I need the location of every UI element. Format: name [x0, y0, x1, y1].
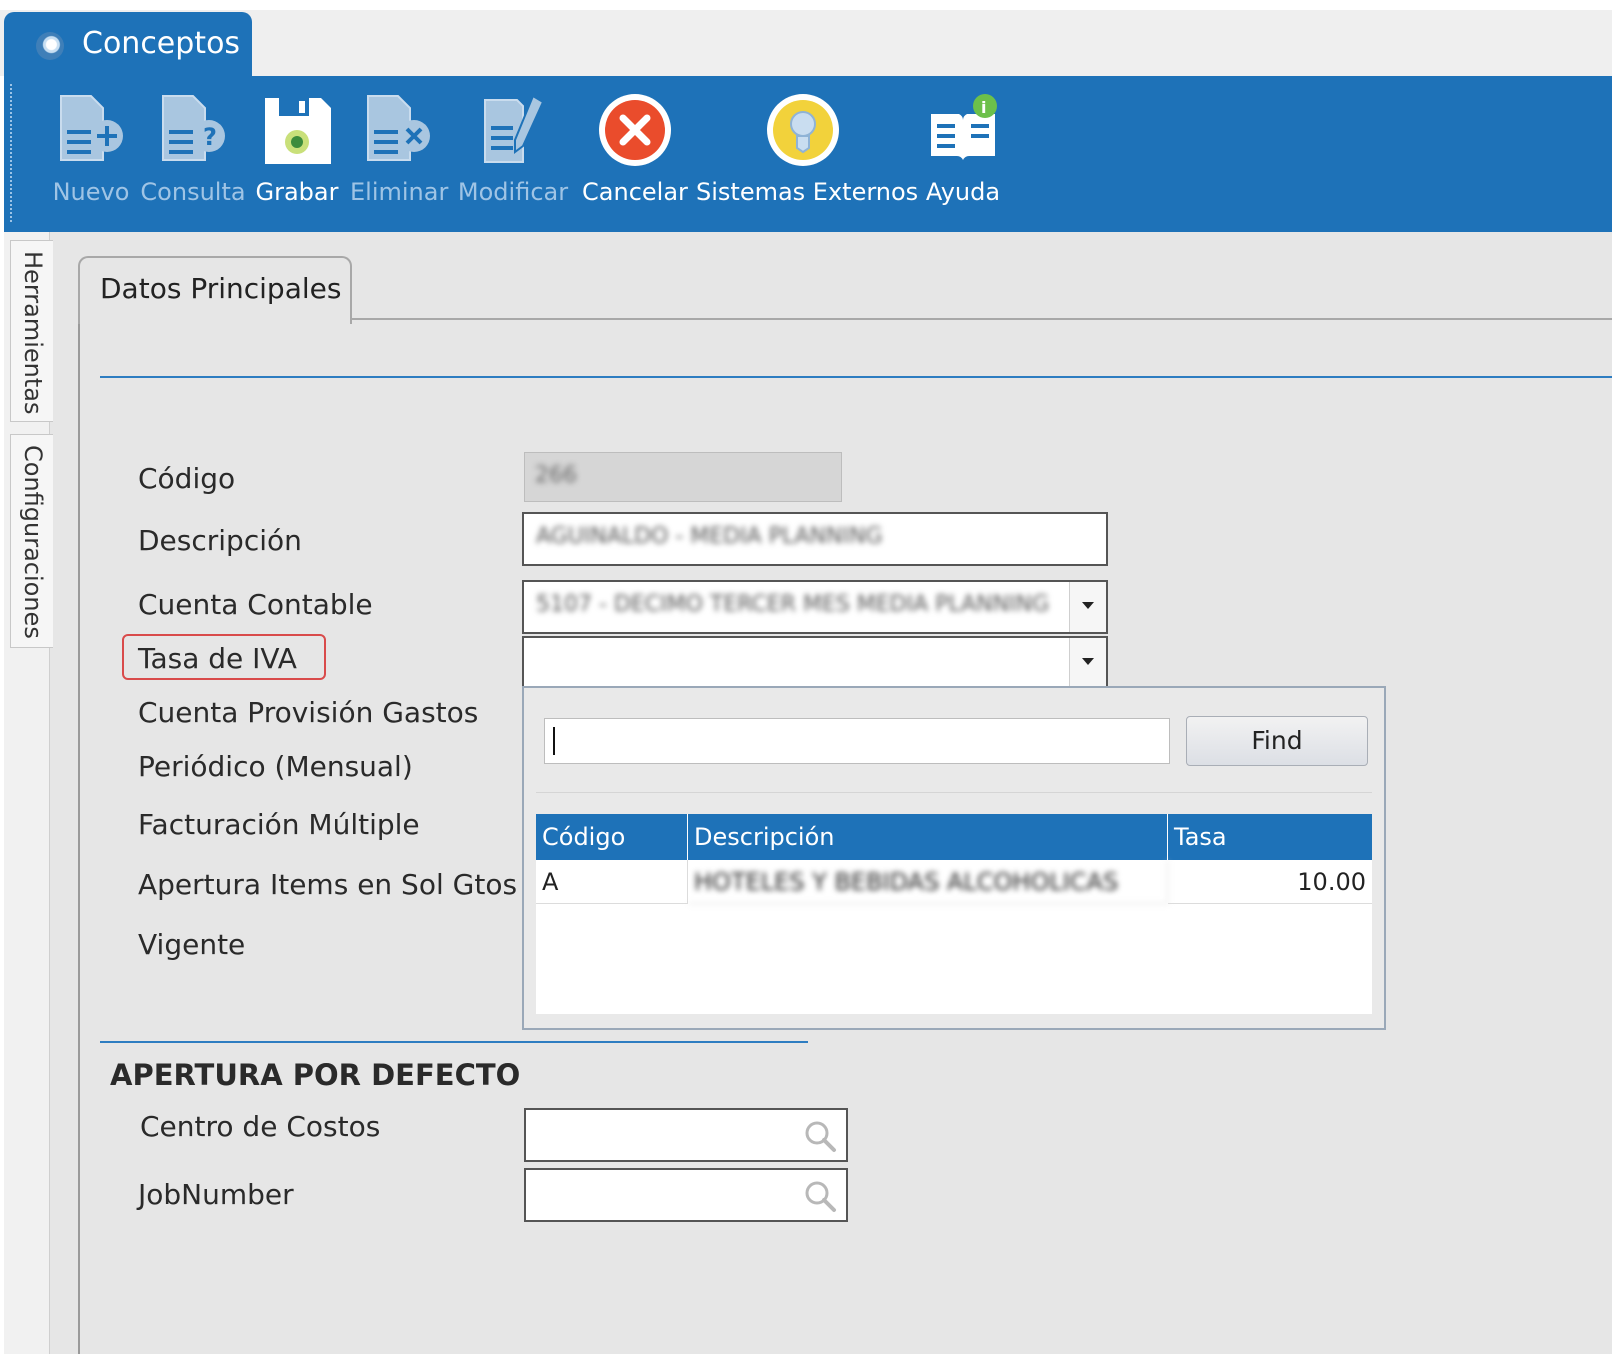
modificar-label: Modificar — [457, 178, 569, 206]
facturacion-multiple-label: Facturación Múltiple — [138, 808, 420, 841]
cancelar-label: Cancelar — [582, 178, 688, 206]
descripcion-field[interactable]: AGUINALDO - MEDIA PLANNING — [522, 512, 1108, 566]
cuenta-contable-label: Cuenta Contable — [138, 588, 373, 621]
apertura-items-label: Apertura Items en Sol Gtos — [138, 868, 518, 901]
external-systems-icon — [767, 94, 839, 166]
apertura-separator — [100, 1041, 808, 1043]
toolbar-grip — [10, 84, 12, 222]
popup-separator — [536, 792, 1372, 793]
ayuda-button[interactable]: i Ayuda — [920, 76, 1006, 232]
grid-header-descripcion[interactable]: Descripción — [688, 814, 1168, 860]
nuevo-label: Nuevo — [52, 178, 130, 206]
document-tab-conceptos[interactable]: Conceptos — [4, 12, 252, 78]
side-tab-herramientas[interactable]: Herramientas — [10, 240, 53, 422]
centro-costos-lookup[interactable] — [524, 1108, 848, 1162]
grabar-label: Grabar — [255, 178, 339, 206]
centro-costos-label: Centro de Costos — [140, 1110, 381, 1143]
consulta-button[interactable]: ? Consulta — [140, 76, 246, 232]
codigo-value: 266 — [535, 463, 577, 488]
modificar-button[interactable]: Modificar — [454, 76, 572, 232]
tab-datos-principales[interactable]: Datos Principales — [78, 256, 352, 324]
codigo-label: Código — [138, 462, 236, 495]
apertura-section-title: APERTURA POR DEFECTO — [110, 1058, 521, 1092]
find-button[interactable]: Find — [1186, 716, 1368, 766]
app-logo-icon — [36, 32, 64, 60]
grid-cell-codigo[interactable]: A — [536, 860, 688, 904]
side-tab-strip: Herramientas Configuraciones — [4, 232, 53, 1354]
cuenta-contable-value: 5107 - DECIMO TERCER MES MEDIA PLANNING — [536, 592, 1050, 617]
cuenta-contable-select[interactable]: 5107 - DECIMO TERCER MES MEDIA PLANNING — [522, 580, 1108, 634]
eliminar-button[interactable]: Eliminar — [350, 76, 449, 232]
jobnumber-label: JobNumber — [138, 1178, 294, 1211]
document-delete-icon — [367, 95, 430, 161]
help-book-icon: i — [931, 94, 997, 160]
panel-border — [78, 322, 80, 1354]
grid-cell-tasa[interactable]: 10.00 — [1168, 860, 1372, 904]
side-tab-configuraciones[interactable]: Configuraciones — [10, 434, 53, 648]
chevron-down-icon[interactable] — [1069, 582, 1106, 632]
grid-cell-descripcion[interactable]: HOTELES Y BEBIDAS ALCOHOLICAS — [688, 860, 1168, 904]
sistemas-externos-button[interactable]: Sistemas Externos — [696, 76, 919, 232]
ribbon-toolbar: Nuevo ? Consulta Grabar Eliminar Modific… — [4, 76, 1612, 232]
nuevo-button[interactable]: Nuevo — [44, 76, 138, 232]
cancel-icon — [599, 94, 671, 166]
document-edit-icon — [484, 94, 545, 163]
grid-header-tasa[interactable]: Tasa — [1168, 814, 1372, 860]
document-tab-label: Conceptos — [82, 26, 241, 61]
descripcion-value: AGUINALDO - MEDIA PLANNING — [536, 524, 883, 549]
search-icon[interactable] — [802, 1118, 838, 1154]
chevron-down-icon[interactable] — [1069, 638, 1106, 688]
side-tab-herramientas-label: Herramientas — [19, 251, 47, 415]
side-tab-configuraciones-label: Configuraciones — [19, 445, 47, 639]
tasa-iva-grid: Código Descripción Tasa A HOTELES Y BEBI… — [536, 814, 1372, 1014]
tasa-iva-label: Tasa de IVA — [138, 642, 297, 675]
grabar-button[interactable]: Grabar — [252, 76, 342, 232]
descripcion-label: Descripción — [138, 524, 302, 557]
jobnumber-lookup[interactable] — [524, 1168, 848, 1222]
save-icon — [265, 98, 331, 164]
search-icon[interactable] — [802, 1178, 838, 1214]
ayuda-label: Ayuda — [925, 178, 1001, 206]
tab-strip-border — [350, 318, 1612, 320]
vigente-label: Vigente — [138, 928, 246, 961]
periodico-label: Periódico (Mensual) — [138, 750, 413, 783]
document-add-icon — [60, 95, 123, 161]
grid-header-codigo[interactable]: Código — [536, 814, 688, 860]
svg-text:?: ? — [203, 123, 217, 151]
tab-datos-principales-label: Datos Principales — [100, 272, 342, 305]
document-query-icon: ? — [162, 95, 225, 161]
form-header-separator — [100, 376, 1612, 378]
eliminar-label: Eliminar — [350, 178, 449, 206]
tasa-iva-select[interactable] — [522, 636, 1108, 690]
svg-text:i: i — [981, 98, 986, 117]
cuenta-provision-label: Cuenta Provisión Gastos — [138, 696, 479, 729]
sistemas-externos-label: Sistemas Externos — [696, 178, 919, 206]
dropdown-search-input[interactable] — [544, 718, 1170, 764]
consulta-label: Consulta — [140, 178, 246, 206]
cancelar-button[interactable]: Cancelar — [580, 76, 690, 232]
codigo-field: 266 — [524, 452, 842, 502]
text-cursor — [553, 727, 555, 755]
